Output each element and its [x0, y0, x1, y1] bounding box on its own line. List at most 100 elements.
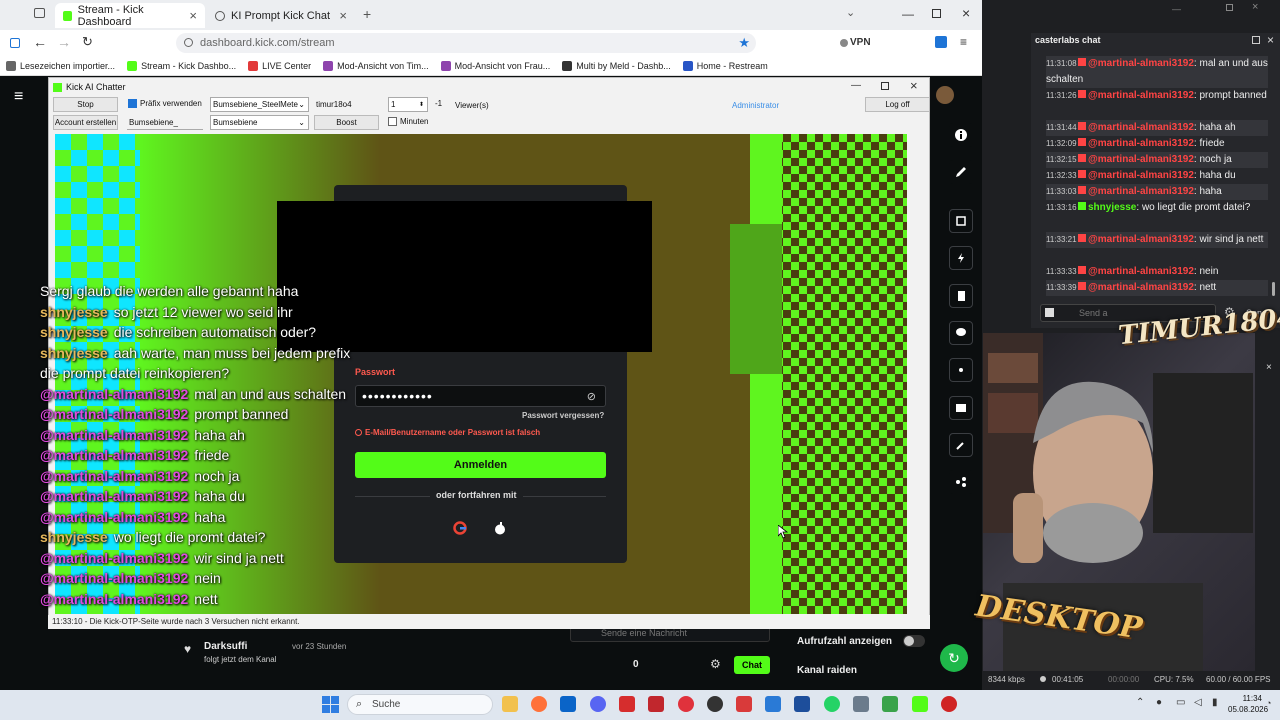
app-red-4-icon[interactable]	[941, 696, 957, 712]
close-tab-icon[interactable]: ×	[189, 8, 197, 23]
site-info-icon[interactable]	[184, 38, 193, 47]
message-user[interactable]: @martinal-almani3192	[1088, 234, 1194, 245]
boost-button[interactable]: Boost	[314, 115, 379, 130]
message-user[interactable]: shnyjesse	[1088, 202, 1136, 213]
minutes-checkbox[interactable]: Minuten	[388, 117, 428, 126]
close-window-button[interactable]: ×	[962, 5, 970, 21]
vpn-badge[interactable]: VPN	[840, 37, 871, 48]
reload-icon[interactable]: ↻	[82, 34, 93, 50]
tab-ki-prompt[interactable]: KI Prompt Kick Chat ×	[207, 3, 355, 28]
share-icon[interactable]	[949, 470, 973, 494]
app-green-icon[interactable]	[882, 696, 898, 712]
kick-chatter-taskbar-icon[interactable]	[912, 696, 928, 712]
app-gray-icon[interactable]	[853, 696, 869, 712]
tray-chevron-icon[interactable]: ⌃	[1136, 697, 1144, 708]
outlook-icon[interactable]	[560, 696, 576, 712]
app-red-3-icon[interactable]	[678, 696, 694, 712]
forward-icon[interactable]: →	[57, 34, 71, 50]
obs-icon[interactable]	[707, 696, 723, 712]
back-icon[interactable]: ←	[33, 34, 47, 50]
chat-bubble-icon[interactable]	[949, 321, 973, 345]
app-blue-2-icon[interactable]	[794, 696, 810, 712]
stop-button[interactable]: Stop	[53, 97, 118, 112]
taskbar-search[interactable]: ⌕ Suche	[347, 694, 493, 715]
message-user[interactable]: @martinal-almani3192	[1088, 154, 1194, 165]
message-user[interactable]: @martinal-almani3192	[1088, 58, 1194, 69]
stepper-arrows-icon[interactable]: ⬍	[419, 101, 424, 108]
close-tab-icon[interactable]: ×	[339, 8, 347, 23]
show-viewers-toggle[interactable]	[903, 635, 925, 647]
clip-icon[interactable]	[949, 209, 973, 233]
tab-list-chevron-icon[interactable]: ⌄	[846, 6, 855, 19]
chatter-close-button[interactable]: ×	[910, 78, 918, 93]
menu-icon[interactable]: ≡	[960, 35, 967, 49]
flash-icon[interactable]	[949, 246, 973, 270]
bookmark-item[interactable]: Lesezeichen importier...	[0, 60, 121, 71]
dock-close-icon-2[interactable]: ×	[1266, 362, 1272, 373]
chatter-minimize-button[interactable]: —	[851, 80, 861, 91]
message-user[interactable]: @martinal-almani3192	[1088, 122, 1194, 133]
account-name-input[interactable]: Bumsebiene_	[127, 115, 203, 130]
dock-float-icon[interactable]	[1252, 36, 1260, 44]
message-user[interactable]: @martinal-almani3192	[1088, 138, 1194, 149]
obs-maximize[interactable]	[1226, 4, 1233, 11]
info-icon[interactable]	[949, 123, 973, 147]
bookmark-item[interactable]: Multi by Meld - Dashb...	[556, 60, 677, 71]
account-select[interactable]: Bumsebiene_SteelMeteo ⌄	[210, 97, 309, 112]
bookmark-star-icon[interactable]: ★	[738, 35, 750, 51]
tray-network-icon[interactable]: ▭	[1176, 697, 1185, 708]
tab-overview-icon[interactable]	[34, 8, 45, 18]
chatter-maximize-button[interactable]	[881, 82, 889, 90]
wrench-icon[interactable]	[949, 433, 973, 457]
bookmark-item[interactable]: LIVE Center	[242, 60, 317, 71]
app-red-2-icon[interactable]	[648, 696, 664, 712]
extension-icon[interactable]	[935, 36, 947, 48]
bookmark-item[interactable]: Mod-Ansicht von Tim...	[317, 60, 435, 71]
obs-close[interactable]: ×	[1252, 1, 1258, 13]
dock-close-icon[interactable]: ×	[1267, 33, 1274, 47]
forgot-password-link[interactable]: Passwort vergessen?	[522, 411, 604, 420]
maps-icon[interactable]	[736, 696, 752, 712]
file-explorer-icon[interactable]	[502, 696, 518, 712]
discord-icon[interactable]	[590, 696, 606, 712]
avatar[interactable]	[936, 86, 954, 104]
note-icon[interactable]	[949, 284, 973, 308]
logoff-button[interactable]: Log off	[865, 97, 930, 112]
account-select-2[interactable]: Bumsebiene ⌄	[210, 115, 309, 130]
bookmark-item[interactable]: Home - Restream	[677, 60, 774, 71]
message-user[interactable]: @martinal-almani3192	[1088, 282, 1194, 293]
app-red-icon[interactable]	[619, 696, 635, 712]
start-button[interactable]	[322, 696, 339, 713]
edit-icon[interactable]	[949, 160, 973, 184]
raid-label[interactable]: Kanal raiden	[797, 665, 857, 676]
chat-button[interactable]: Chat	[734, 656, 770, 674]
minimize-button[interactable]: —	[902, 7, 914, 21]
message-user[interactable]: @martinal-almani3192	[1088, 186, 1194, 197]
clock[interactable]: 11:34 05.08.2026	[1228, 693, 1268, 715]
obs-minimize[interactable]: —	[1172, 4, 1181, 14]
tray-battery-icon[interactable]: ▮	[1212, 697, 1218, 708]
scrollbar[interactable]	[1272, 282, 1275, 296]
notification-bell-icon[interactable]: ◔	[1266, 698, 1271, 708]
sidebar-toggle-icon[interactable]	[10, 38, 20, 48]
channel-input[interactable]: timur18o4	[314, 97, 384, 112]
tray-mic-icon[interactable]: ●	[1156, 697, 1162, 708]
tray-volume-icon[interactable]: ◁	[1194, 697, 1202, 708]
message-user[interactable]: @martinal-almani3192	[1088, 90, 1194, 101]
new-tab-button[interactable]: +	[363, 6, 371, 22]
url-bar[interactable]: dashboard.kick.com/stream ★	[176, 33, 756, 53]
firefox-icon[interactable]	[531, 696, 547, 712]
tab-stream-dashboard[interactable]: Stream - Kick Dashboard ×	[55, 3, 205, 28]
maximize-button[interactable]	[932, 9, 941, 18]
refresh-green-icon[interactable]: ↻	[940, 644, 968, 672]
eye-off-icon[interactable]: ⊘	[587, 387, 597, 407]
settings-gear-icon[interactable]: ⚙	[710, 657, 721, 671]
message-user[interactable]: @martinal-almani3192	[1088, 170, 1194, 181]
hamburger-icon[interactable]: ≡	[14, 88, 23, 106]
app-blue-icon[interactable]	[765, 696, 781, 712]
message-user[interactable]: @martinal-almani3192	[1088, 266, 1194, 277]
layout-icon[interactable]	[949, 396, 973, 420]
bookmark-item[interactable]: Mod-Ansicht von Frau...	[435, 60, 557, 71]
create-account-button[interactable]: Account erstellen	[53, 115, 118, 130]
viewer-stepper[interactable]: 1 ⬍	[388, 97, 428, 112]
